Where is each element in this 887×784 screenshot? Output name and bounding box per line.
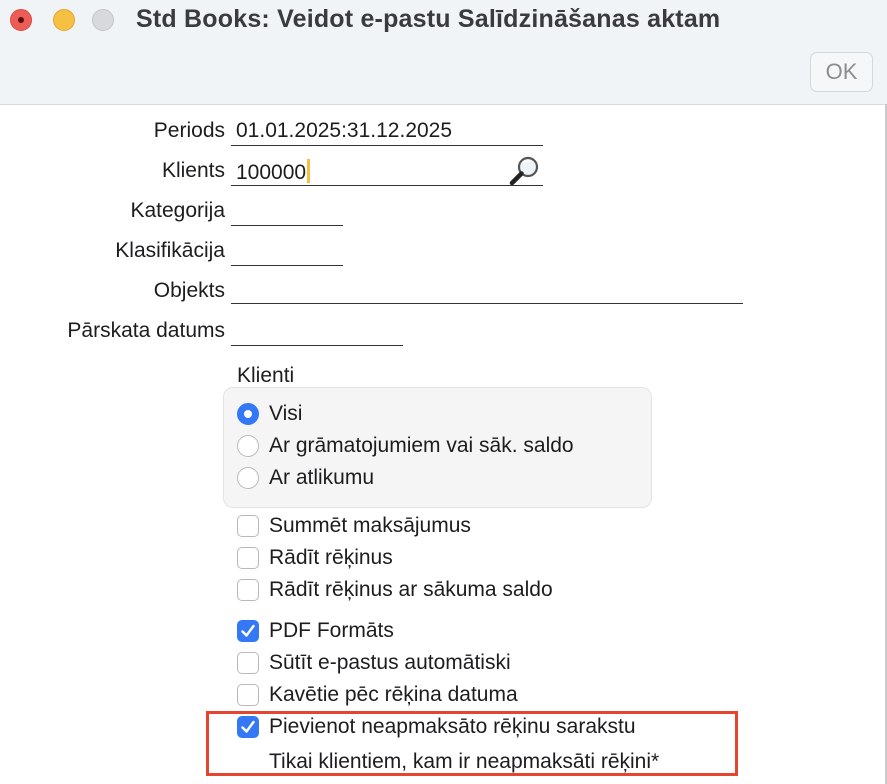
parskata-datums-label: Pārskata datums	[67, 319, 225, 342]
checkbox-summet-maksajumus-label[interactable]: Summēt maksājumus	[269, 514, 471, 538]
checkbox-kavetie[interactable]	[237, 684, 259, 706]
ok-button[interactable]: OK	[810, 52, 873, 92]
periods-label: Periods	[153, 119, 225, 142]
checkbox-radit-rekinus-sakuma-saldo-label[interactable]: Rādīt rēķinus ar sākuma saldo	[269, 578, 553, 602]
checkbox-pdf-formats[interactable]	[237, 620, 259, 642]
objekts-label: Objekts	[153, 279, 225, 302]
checkmark-icon	[241, 624, 255, 637]
radio-ar-atlikumu[interactable]	[237, 467, 259, 489]
window-title: Std Books: Veidot e-pastu Salīdzināšanas…	[136, 5, 721, 33]
zoom-window-button[interactable]	[92, 9, 114, 31]
klients-field[interactable]: 100000	[236, 159, 311, 185]
objekts-underline	[231, 303, 743, 304]
highlight-box	[206, 711, 738, 776]
magnifying-glass-icon[interactable]	[508, 154, 542, 188]
klasifikacija-underline	[231, 265, 343, 266]
radio-ar-gramatojumiem-label[interactable]: Ar grāmatojumiem vai sāk. saldo	[269, 434, 574, 458]
klienti-group-title: Klienti	[237, 364, 295, 387]
kategorija-underline	[231, 225, 343, 226]
checkbox-summet-maksajumus[interactable]	[237, 515, 259, 537]
parskata-datums-underline	[231, 345, 403, 346]
checkbox-radit-rekinus-sakuma-saldo[interactable]	[237, 579, 259, 601]
klients-underline	[231, 185, 543, 186]
periods-field[interactable]: 01.01.2025:31.12.2025	[236, 119, 452, 143]
radio-ar-gramatojumiem[interactable]	[237, 435, 259, 457]
checkbox-radit-rekinus-label[interactable]: Rādīt rēķinus	[269, 546, 393, 570]
checkbox-sutit-epastus-label[interactable]: Sūtīt e-pastus automātiski	[269, 651, 511, 675]
klasifikacija-label: Klasifikācija	[115, 239, 225, 262]
radio-visi-label[interactable]: Visi	[269, 402, 302, 426]
radio-ar-atlikumu-label[interactable]: Ar atlikumu	[269, 466, 374, 490]
checkbox-sutit-epastus[interactable]	[237, 652, 259, 674]
minimize-window-button[interactable]	[53, 9, 75, 31]
radio-visi[interactable]	[237, 403, 259, 425]
klients-label: Klients	[161, 159, 225, 182]
klients-value: 100000	[236, 161, 307, 184]
checkbox-pdf-formats-label[interactable]: PDF Formāts	[269, 619, 394, 643]
close-window-button[interactable]	[10, 9, 32, 31]
window-titlebar: Std Books: Veidot e-pastu Salīdzināšanas…	[0, 0, 887, 105]
checkbox-kavetie-label[interactable]: Kavētie pēc rēķina datuma	[269, 683, 518, 707]
text-caret	[307, 159, 311, 183]
kategorija-label: Kategorija	[130, 199, 225, 222]
periods-underline	[231, 145, 543, 146]
checkbox-radit-rekinus[interactable]	[237, 547, 259, 569]
